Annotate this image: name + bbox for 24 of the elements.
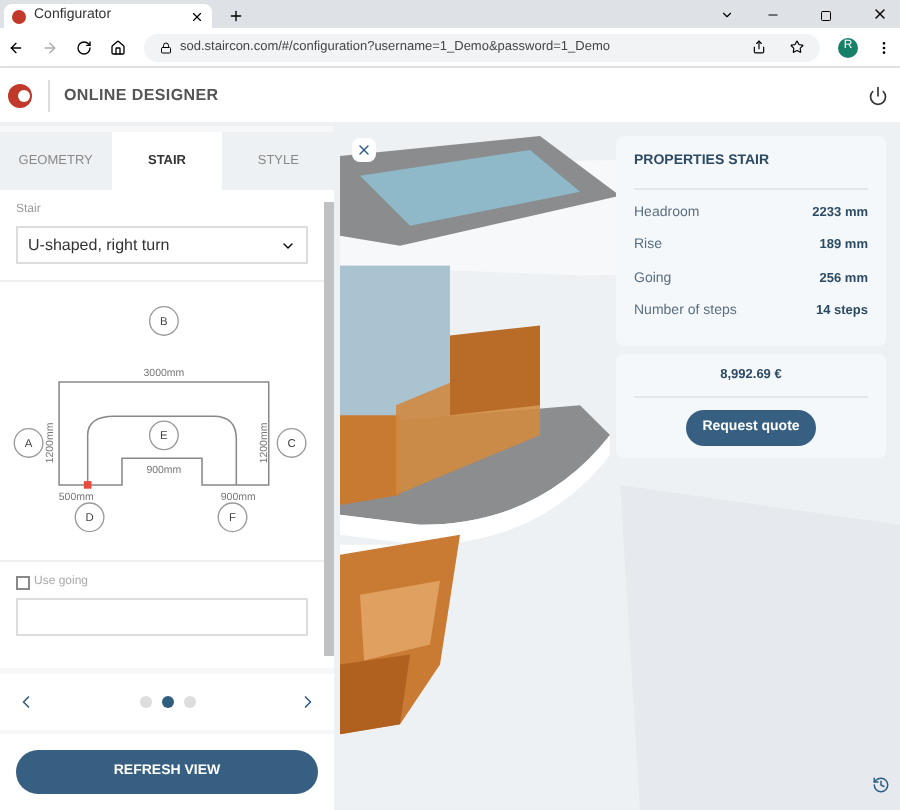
minimize-icon[interactable] (766, 8, 780, 22)
checkbox[interactable] (16, 576, 30, 590)
bookmark-icon[interactable] (790, 40, 804, 54)
reload-icon[interactable] (76, 39, 92, 55)
caret-icon[interactable] (720, 8, 734, 22)
close-button[interactable] (352, 138, 376, 162)
maximize-icon[interactable] (820, 10, 832, 22)
stair-select[interactable]: U-shaped, right turn (16, 226, 308, 264)
share-icon[interactable] (752, 40, 766, 54)
home-icon[interactable] (110, 39, 126, 55)
favicon-icon (12, 9, 26, 23)
lock-icon (160, 41, 172, 53)
history-icon[interactable] (872, 776, 890, 794)
start-marker (83, 480, 92, 488)
new-tab-icon[interactable] (228, 8, 244, 24)
back-icon[interactable] (8, 39, 24, 55)
power-icon[interactable] (868, 85, 888, 105)
input-field[interactable] (16, 598, 308, 636)
close-icon[interactable] (190, 9, 204, 23)
close-icon[interactable] (872, 6, 888, 22)
app-title: ONLINE DESIGNER (64, 83, 219, 107)
logo-icon (6, 81, 34, 109)
close-icon (356, 142, 372, 158)
scrollbar[interactable] (324, 202, 334, 656)
